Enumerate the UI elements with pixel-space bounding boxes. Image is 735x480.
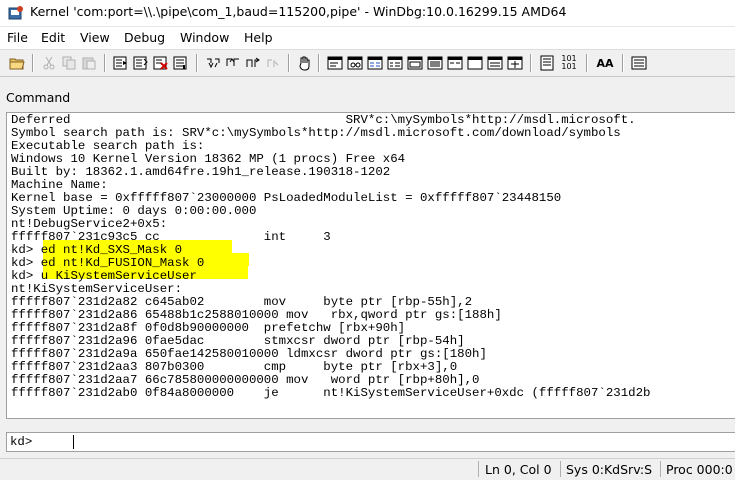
- run-to-cursor-icon[interactable]: [264, 54, 282, 72]
- locals-window-icon[interactable]: [366, 54, 384, 72]
- step-into-icon[interactable]: [204, 54, 222, 72]
- stop-debugging-icon[interactable]: [152, 54, 170, 72]
- font-icon[interactable]: AA: [594, 54, 616, 72]
- toolbar: 101 101 AA: [0, 49, 735, 77]
- call-stack-window-icon[interactable]: [426, 54, 444, 72]
- toolbar-separator: [104, 54, 106, 72]
- command-input[interactable]: kd>: [6, 432, 735, 452]
- paste-icon[interactable]: [80, 54, 98, 72]
- menu-help[interactable]: Help: [244, 30, 273, 45]
- menu-view[interactable]: View: [80, 30, 110, 45]
- source-mode-label: 101 101: [561, 54, 577, 71]
- open-icon[interactable]: [8, 54, 26, 72]
- command-window: Command Deferred SRV*c:\mySymbols*http:/…: [0, 84, 735, 457]
- system-status: Sys 0:KdSrv:S: [566, 462, 653, 477]
- toolbar-separator: [288, 54, 290, 72]
- memory-window-icon[interactable]: [406, 54, 424, 72]
- restart-icon[interactable]: [132, 54, 150, 72]
- status-separator: [660, 461, 661, 477]
- cut-icon[interactable]: [40, 54, 58, 72]
- go-icon[interactable]: [112, 54, 130, 72]
- toolbar-separator: [622, 54, 624, 72]
- step-over-icon[interactable]: [224, 54, 242, 72]
- menu-edit[interactable]: Edit: [41, 30, 65, 45]
- status-separator: [478, 461, 479, 477]
- source-mode-toggle[interactable]: 101 101: [558, 54, 580, 72]
- menu-bar: File Edit View Debug Window Help: [0, 27, 735, 49]
- toolbar-separator: [586, 54, 588, 72]
- font-label: AA: [596, 56, 614, 70]
- menu-debug[interactable]: Debug: [124, 30, 165, 45]
- command-output[interactable]: Deferred SRV*c:\mySymbols*http://msdl.mi…: [6, 112, 735, 419]
- hand-icon[interactable]: [296, 54, 314, 72]
- copy-icon[interactable]: [60, 54, 78, 72]
- toolbar-separator: [318, 54, 320, 72]
- output-line: fffff807`231d2ab0 0f84a8000000 je nt!KiS…: [11, 386, 651, 400]
- text-caret: [73, 435, 74, 449]
- window-title: Kernel 'com:port=\\.\pipe\com_1,baud=115…: [30, 4, 567, 19]
- disassembly-window-icon[interactable]: [446, 54, 464, 72]
- processes-threads-icon[interactable]: [486, 54, 504, 72]
- break-icon[interactable]: [172, 54, 190, 72]
- windbg-app-icon[interactable]: [8, 5, 24, 21]
- title-bar: Kernel 'com:port=\\.\pipe\com_1,baud=115…: [0, 0, 735, 27]
- options-icon[interactable]: [630, 54, 648, 72]
- status-bar: Ln 0, Col 0 Sys 0:KdSrv:S Proc 000:0: [0, 458, 735, 480]
- source-mode-icon[interactable]: [538, 54, 556, 72]
- registers-window-icon[interactable]: [386, 54, 404, 72]
- menu-window[interactable]: Window: [180, 30, 229, 45]
- toolbar-separator: [196, 54, 198, 72]
- process-status: Proc 000:0: [666, 462, 733, 477]
- command-window-icon[interactable]: [326, 54, 344, 72]
- scratch-pad-icon[interactable]: [466, 54, 484, 72]
- toolbar-separator: [32, 54, 34, 72]
- status-separator: [560, 461, 561, 477]
- command-prompt: kd>: [10, 435, 33, 449]
- menu-file[interactable]: File: [7, 30, 28, 45]
- cursor-position: Ln 0, Col 0: [485, 462, 552, 477]
- command-window-title: Command: [6, 90, 71, 105]
- step-out-icon[interactable]: [244, 54, 262, 72]
- toolbar-separator: [530, 54, 532, 72]
- watch-window-icon[interactable]: [346, 54, 364, 72]
- options-icon[interactable]: [506, 54, 524, 72]
